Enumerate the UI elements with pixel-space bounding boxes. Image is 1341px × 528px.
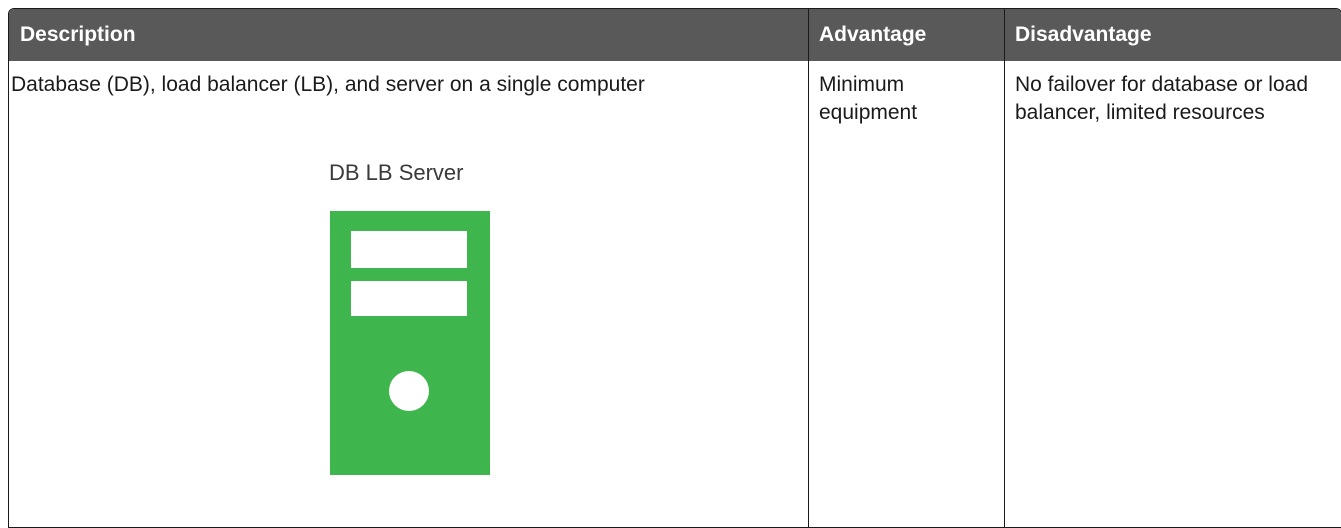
diagram-label: DB LB Server bbox=[329, 160, 464, 185]
header-advantage: Advantage bbox=[808, 9, 1004, 61]
description-text: Database (DB), load balancer (LB), and s… bbox=[11, 73, 645, 96]
description-cell: Database (DB), load balancer (LB), and s… bbox=[9, 61, 808, 527]
table-header-row: Description Advantage Disadvantage bbox=[9, 9, 1341, 61]
header-description: Description bbox=[20, 23, 136, 46]
server-drive-bay-1 bbox=[351, 231, 467, 268]
advantage-cell: Minimum equipment bbox=[808, 61, 1004, 527]
server-drive-bay-2 bbox=[351, 281, 467, 316]
server-icon bbox=[330, 211, 490, 475]
server-power-button bbox=[389, 371, 429, 411]
header-disadvantage: Disadvantage bbox=[1004, 9, 1341, 61]
table-row: Database (DB), load balancer (LB), and s… bbox=[9, 61, 1341, 527]
disadvantage-cell: No failover for database or load balance… bbox=[1004, 61, 1341, 527]
comparison-table: Description Advantage Disadvantage Datab… bbox=[8, 8, 1341, 528]
